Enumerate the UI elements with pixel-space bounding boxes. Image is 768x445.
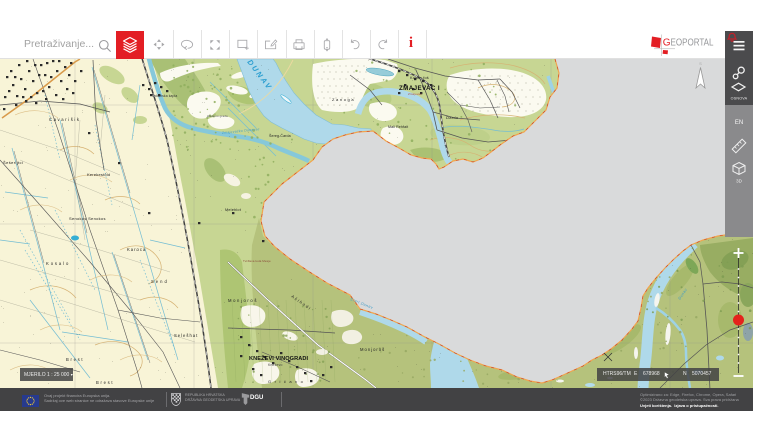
svg-text:Brest: Brest xyxy=(66,357,84,362)
svg-text:Send: Send xyxy=(151,279,169,284)
svg-text:3D: 3D xyxy=(736,179,743,184)
svg-text:Čavarišik: Čavarišik xyxy=(49,117,81,122)
svg-text:Šereg-Čarda: Šereg-Čarda xyxy=(269,133,291,138)
svg-text:Dardo: Dardo xyxy=(446,115,459,120)
svg-text:Šešerijtci: Šešerijtci xyxy=(3,160,23,165)
svg-text:Monjoroš: Monjoroš xyxy=(228,298,258,303)
svg-text:Kerekestöld: Kerekestöld xyxy=(87,172,110,177)
svg-text:Kopan foš: Kopan foš xyxy=(410,76,429,80)
svg-text:Melehlot: Melehlot xyxy=(225,208,242,212)
svg-text:Kosalo: Kosalo xyxy=(46,261,70,266)
svg-text:KNEŽEVI VINOGRADI: KNEŽEVI VINOGRADI xyxy=(249,354,309,362)
svg-text:Brest: Brest xyxy=(96,380,114,385)
svg-text:Selešhat: Selešhat xyxy=(174,333,198,338)
svg-text:OSNOVA: OSNOVA xyxy=(731,97,748,101)
svg-text:Tvrđava kula Mesje: Tvrđava kula Mesje xyxy=(243,259,271,263)
svg-text:Monjoroš: Monjoroš xyxy=(360,347,385,352)
svg-text:Kneževo: Kneževo xyxy=(268,363,283,367)
svg-text:Zmajevac: Zmajevac xyxy=(408,92,422,96)
svg-text:Mali Rehfait: Mali Rehfait xyxy=(388,125,408,129)
svg-text:G r i č a v o: G r i č a v o xyxy=(268,379,304,384)
svg-text:Karoca: Karoca xyxy=(127,247,146,252)
svg-text:Hladovo grada: Hladovo grada xyxy=(207,114,228,118)
svg-text:EOPORTAL: EOPORTAL xyxy=(671,38,714,49)
svg-text:ZMAJEVAC I: ZMAJEVAC I xyxy=(399,85,440,92)
svg-text:S: S xyxy=(699,61,702,66)
svg-text:Šokanska kapla: Šokanska kapla xyxy=(152,93,177,98)
svg-text:u p r a v a z a š t i t e: u p r a v a z a š t i t e p r i r o d e xyxy=(176,59,239,60)
svg-text:EN: EN xyxy=(735,120,743,126)
svg-text:Senokos Senokos: Senokos Senokos xyxy=(69,216,106,221)
svg-text:Zanoga: Zanoga xyxy=(332,97,355,102)
